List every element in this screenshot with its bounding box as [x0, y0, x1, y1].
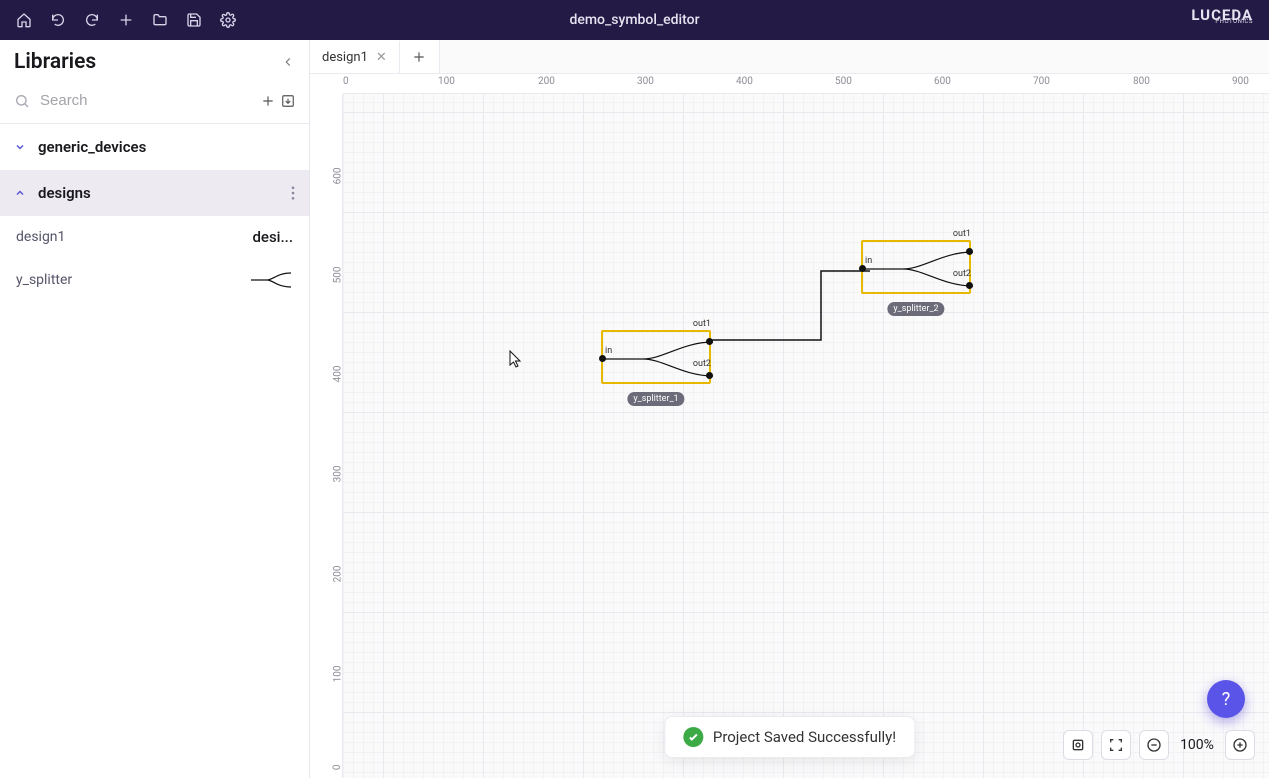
schematic-node-y-splitter-2[interactable]: in out1 out2 y_splitter_2 — [861, 240, 971, 294]
brand-logo: LUCEDA PHOTONICS — [1191, 8, 1253, 25]
workarea: design1 ✕ 0 100 200 300 400 500 600 700 … — [310, 40, 1269, 778]
ruler-vertical: 600 500 400 300 200 100 0 — [310, 94, 343, 778]
home-icon[interactable] — [14, 10, 34, 30]
success-check-icon — [683, 727, 703, 747]
zoom-in-button[interactable] — [1225, 730, 1255, 760]
search-input[interactable] — [40, 92, 251, 109]
tree-node-designs[interactable]: designs — [0, 170, 309, 216]
redo-icon[interactable] — [82, 10, 102, 30]
zoom-toolbar: 100% — [1063, 730, 1255, 760]
search-icon — [14, 93, 30, 109]
library-panel: Libraries — [0, 40, 310, 778]
chevron-down-icon — [14, 141, 28, 153]
y-splitter-symbol-icon — [249, 270, 293, 290]
more-icon[interactable] — [291, 186, 295, 200]
toast-message: Project Saved Successfully! — [713, 728, 896, 746]
tab-design1[interactable]: design1 ✕ — [310, 40, 400, 73]
node-label: y_splitter_2 — [887, 302, 944, 316]
zoom-out-button[interactable] — [1139, 730, 1169, 760]
zoom-fit-icon[interactable] — [1063, 730, 1093, 760]
chevron-up-icon — [14, 187, 28, 199]
help-button[interactable]: ? — [1207, 680, 1245, 718]
header-toolbar — [0, 10, 252, 30]
panel-title: Libraries — [14, 50, 96, 74]
project-title: demo_symbol_editor — [569, 12, 699, 28]
import-library-icon[interactable] — [281, 94, 295, 108]
mouse-cursor — [509, 350, 523, 368]
library-item-design1[interactable]: design1 desi... — [0, 216, 309, 258]
title-bar: demo_symbol_editor LUCEDA PHOTONICS — [0, 0, 1269, 40]
node-label: y_splitter_1 — [627, 392, 684, 406]
add-library-icon[interactable] — [261, 94, 275, 108]
save-icon[interactable] — [184, 10, 204, 30]
library-item-y-splitter[interactable]: y_splitter — [0, 258, 309, 302]
toast-notification: Project Saved Successfully! — [664, 716, 915, 758]
canvas[interactable]: 600 500 400 300 200 100 0 — [310, 94, 1269, 778]
folder-icon[interactable] — [150, 10, 170, 30]
add-icon[interactable] — [116, 10, 136, 30]
add-tab-button[interactable] — [400, 40, 440, 73]
close-tab-icon[interactable]: ✕ — [376, 50, 387, 65]
ruler-horizontal: 0 100 200 300 400 500 600 700 800 900 — [343, 74, 1269, 94]
collapse-panel-icon[interactable] — [281, 55, 295, 69]
zoom-level: 100% — [1177, 737, 1217, 753]
zoom-extents-icon[interactable] — [1101, 730, 1131, 760]
undo-icon[interactable] — [48, 10, 68, 30]
schematic-node-y-splitter-1[interactable]: in out1 out2 y_splitter_1 — [601, 330, 711, 384]
tab-bar: design1 ✕ — [310, 40, 1269, 74]
tree-node-generic-devices[interactable]: generic_devices — [0, 124, 309, 170]
settings-icon[interactable] — [218, 10, 238, 30]
